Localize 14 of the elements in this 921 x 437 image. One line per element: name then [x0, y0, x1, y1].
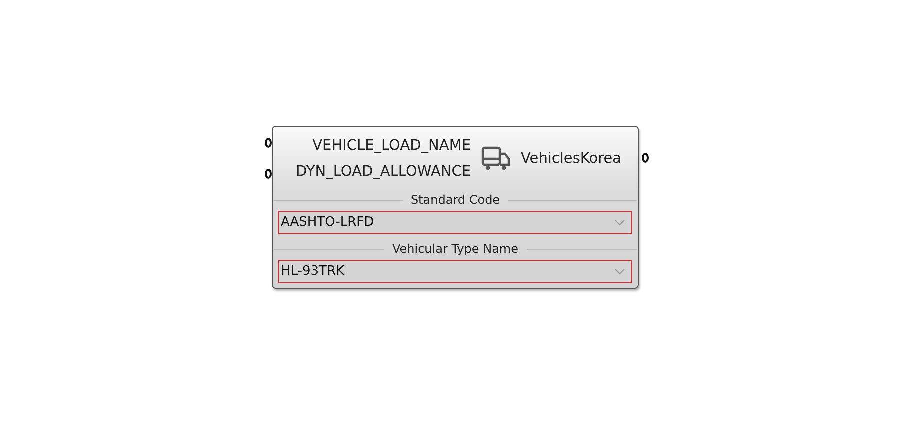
dropdown[interactable]: AASHTO-LRFD	[278, 211, 632, 234]
input-grip[interactable]	[265, 138, 272, 148]
input-label: DYN_LOAD_ALLOWANCE	[296, 164, 471, 180]
field-title: Vehicular Type Name	[392, 242, 519, 256]
truck-icon	[481, 146, 511, 172]
chevron-down-icon	[615, 220, 625, 226]
dropdown[interactable]: HL-93TRK	[278, 260, 632, 283]
field-title: Standard Code	[410, 193, 500, 208]
input-grip[interactable]	[265, 169, 272, 179]
component-node[interactable]: VEHICLE_LOAD_NAME DYN_LOAD_ALLOWANCE VehiclesKorea Standard Code AASHTO-LRFD Vehicular Type Name HL-93TRK	[272, 126, 639, 289]
output-grip[interactable]	[642, 153, 649, 163]
chevron-down-icon	[615, 268, 625, 275]
component-name: VehiclesKorea	[521, 150, 622, 167]
input-label: VEHICLE_LOAD_NAME	[312, 138, 471, 154]
